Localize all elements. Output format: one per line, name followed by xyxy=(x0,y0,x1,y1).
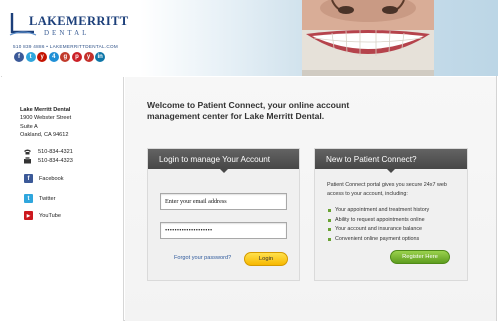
header-notch-icon xyxy=(387,169,395,173)
email-field[interactable]: Enter your email address xyxy=(160,193,287,210)
logo-subtitle: DENTAL xyxy=(44,29,90,37)
sidebar-link-label: Twitter xyxy=(39,195,56,202)
list-item: Your account and insurance balance xyxy=(328,225,429,235)
header-notch-icon xyxy=(219,169,228,173)
login-button[interactable]: Login xyxy=(244,252,288,266)
login-panel-header: Login to manage Your Account xyxy=(148,149,299,173)
practice-name: Lake Merritt Dental xyxy=(20,107,71,113)
facebook-icon: f xyxy=(24,174,33,183)
bullet-icon xyxy=(328,218,331,222)
sidebar-link-label: Facebook xyxy=(39,175,64,182)
facebook-icon[interactable]: f xyxy=(14,52,24,62)
phone-number: 510-834-4321 xyxy=(38,148,73,155)
practice-address: Lake Merritt Dental 1900 Webster Street … xyxy=(20,106,71,140)
foursquare-icon[interactable]: 4 xyxy=(48,52,59,62)
youtube-icon: ▶ xyxy=(24,211,33,220)
bullet-icon xyxy=(328,228,331,232)
address-street: 1900 Webster Street xyxy=(20,115,72,122)
header-social-icons: f t y 4 g p y in xyxy=(14,52,106,62)
pinterest-icon[interactable]: p xyxy=(71,52,82,62)
twitter-icon: t xyxy=(24,194,33,203)
new-patient-panel-header: New to Patient Connect? xyxy=(315,149,467,173)
fax-number: 510-834-4323 xyxy=(38,157,73,164)
feature-text: Your appointment and treatment history xyxy=(335,207,430,213)
feature-text: Ability to request appointments online xyxy=(335,216,425,223)
yelp-icon[interactable]: y xyxy=(37,52,48,62)
yelp-alt-icon[interactable]: y xyxy=(83,52,94,62)
twitter-icon[interactable]: t xyxy=(25,52,36,62)
phone-fax[interactable]: 510-834-4323 xyxy=(23,157,73,164)
telephone-icon xyxy=(24,149,31,155)
logo-name: LAKEMERRITT xyxy=(29,14,129,28)
address-city: Oakland, CA 94612 xyxy=(20,132,69,139)
fax-icon xyxy=(24,157,31,164)
site-logo[interactable]: LAKEMERRITT DENTAL xyxy=(8,10,129,40)
list-item: Your appointment and treatment history xyxy=(328,206,429,216)
google-plus-icon[interactable]: g xyxy=(60,52,71,62)
sidebar-link-facebook[interactable]: f Facebook xyxy=(24,174,64,183)
new-patient-intro: Patient Connect portal gives you secure … xyxy=(327,182,447,197)
feature-text: Convenient online payment options xyxy=(335,235,420,242)
password-field[interactable]: •••••••••••••••••••• xyxy=(160,222,287,239)
feature-text: Your account and insurance balance xyxy=(335,226,423,232)
feature-list: Your appointment and treatment history A… xyxy=(328,206,429,244)
new-patient-panel-title: New to Patient Connect? xyxy=(326,154,417,164)
list-item: Convenient online payment options xyxy=(328,235,429,245)
hero-smile-image xyxy=(302,0,434,76)
bullet-icon xyxy=(328,237,331,241)
linkedin-icon[interactable]: in xyxy=(95,52,106,62)
bullet-icon xyxy=(328,209,331,213)
login-panel-title: Login to manage Your Account xyxy=(159,154,271,164)
welcome-heading: Welcome to Patient Connect, your online … xyxy=(147,100,350,121)
sidebar-link-label: YouTube xyxy=(39,212,61,219)
header-contact: 510 839 4886 • LAKEMERRITTDENTAL.COM xyxy=(13,44,118,49)
sidebar-link-twitter[interactable]: t Twitter xyxy=(24,194,55,203)
forgot-password-link[interactable]: Forgot your password? xyxy=(174,255,231,261)
register-button[interactable]: Register Here xyxy=(390,250,450,264)
address-suite: Suite A xyxy=(20,123,38,130)
sidebar-link-youtube[interactable]: ▶ YouTube xyxy=(24,211,61,220)
list-item: Ability to request appointments online xyxy=(328,216,429,226)
phone-primary[interactable]: 510-834-4321 xyxy=(23,148,73,155)
